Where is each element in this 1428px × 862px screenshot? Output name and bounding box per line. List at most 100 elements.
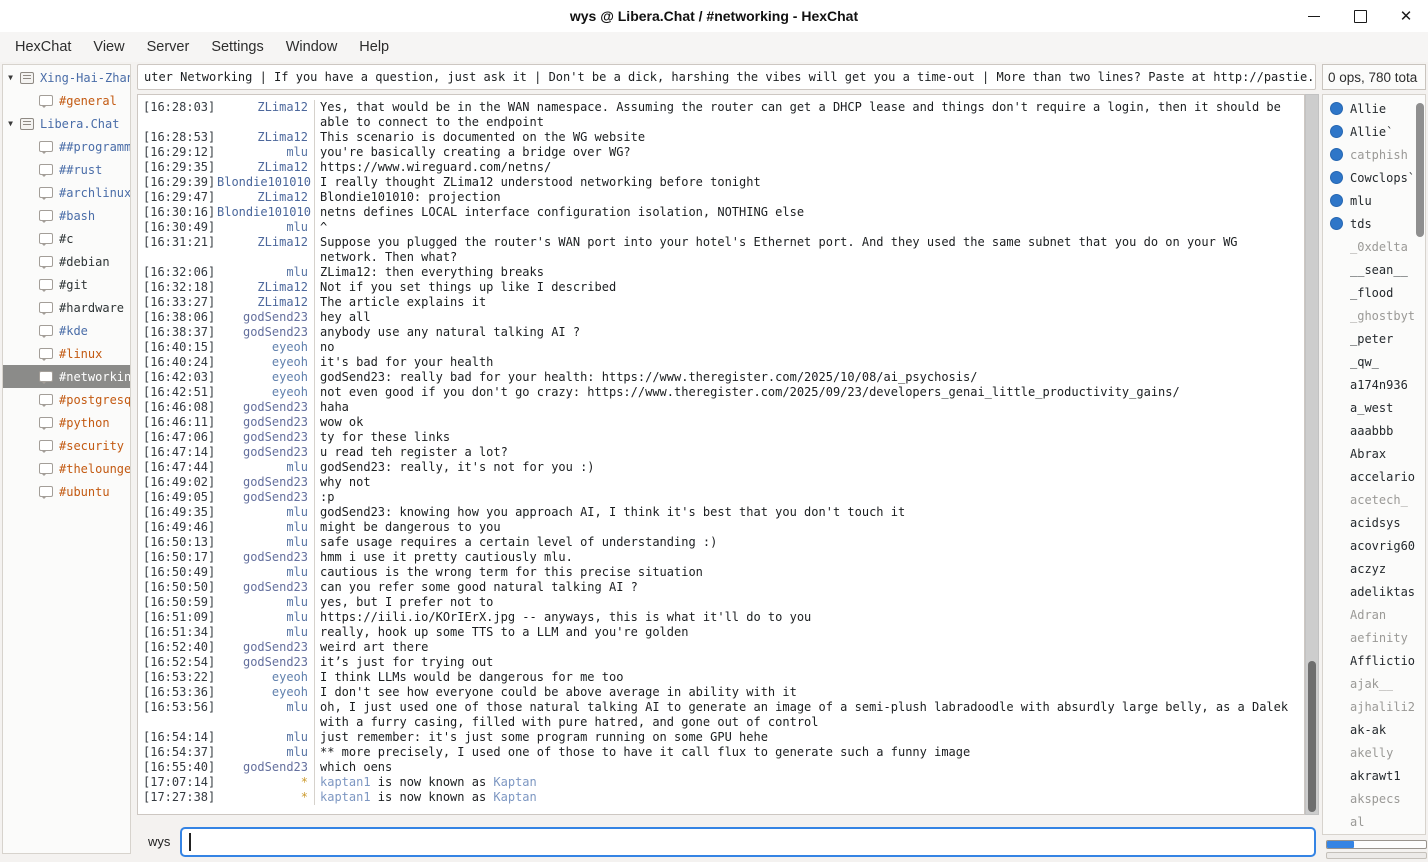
userlist-item-catphish[interactable]: catphish (1323, 143, 1425, 166)
message-text: haha (314, 400, 1304, 415)
userlist-item-afflictio[interactable]: Afflictio (1323, 649, 1425, 672)
chat-line: [16:40:15]eyeohno (138, 340, 1304, 355)
userlist-item-aaabbb[interactable]: aaabbb (1323, 419, 1425, 442)
voice-dot-icon (1330, 171, 1343, 184)
userlist-item-aefinity[interactable]: aefinity (1323, 626, 1425, 649)
menu-settings[interactable]: Settings (200, 34, 274, 60)
userlist-item-acidsys[interactable]: acidsys (1323, 511, 1425, 534)
tree-channel-rust[interactable]: ##rust (3, 158, 130, 181)
tree-server-libera-chat[interactable]: ▼Libera.Chat (3, 112, 130, 135)
timestamp: [16:29:12] (138, 145, 217, 160)
voice-dot-icon (1330, 217, 1343, 230)
userlist-item-qw[interactable]: _qw_ (1323, 350, 1425, 373)
chat-line: [16:47:44]mlugodSend23: really, it's not… (138, 460, 1304, 475)
userlist-item-0xdelta[interactable]: _0xdelta (1323, 235, 1425, 258)
tree-channel-general[interactable]: #general (3, 89, 130, 112)
userlist-item-tds[interactable]: tds (1323, 212, 1425, 235)
voice-dot-icon (1330, 125, 1343, 138)
userlist-item-abrax[interactable]: Abrax (1323, 442, 1425, 465)
userlist-item-ajhalili2[interactable]: ajhalili2 (1323, 695, 1425, 718)
userlist-item-a174n936[interactable]: a174n936 (1323, 373, 1425, 396)
userlist-item-akrawt1[interactable]: akrawt1 (1323, 764, 1425, 787)
nick: mlu (217, 700, 314, 730)
message-input[interactable] (180, 827, 1316, 857)
tree-channel-postgresql[interactable]: #postgresql (3, 388, 130, 411)
tree-channel-git[interactable]: #git (3, 273, 130, 296)
tree-channel-debian[interactable]: #debian (3, 250, 130, 273)
tree-channel-programmi[interactable]: ##programmi (3, 135, 130, 158)
userlist-item-a-west[interactable]: a_west (1323, 396, 1425, 419)
tree-server-xing-hai-zhan[interactable]: ▼Xing-Hai-Zhan (3, 66, 130, 89)
user-count-text: 0 ops, 780 tota (1328, 70, 1417, 85)
timestamp: [16:51:09] (138, 610, 217, 625)
tree-channel-python[interactable]: #python (3, 411, 130, 434)
timestamp: [16:49:02] (138, 475, 217, 490)
voice-dot-icon (1330, 194, 1343, 207)
userlist-item-allie[interactable]: Allie` (1323, 120, 1425, 143)
channel-icon (39, 440, 53, 451)
nick: * (217, 775, 314, 790)
userlist-item-akspecs[interactable]: akspecs (1323, 787, 1425, 810)
menu-hexchat[interactable]: HexChat (4, 34, 82, 60)
tree-channel-networking[interactable]: #networking (3, 365, 130, 388)
chat-line: [16:50:17]godSend23hmm i use it pretty c… (138, 550, 1304, 565)
menu-view[interactable]: View (82, 34, 135, 60)
userlist-item-al[interactable]: al (1323, 810, 1425, 833)
tree-channel-security[interactable]: #security (3, 434, 130, 457)
tree-channel-c[interactable]: #c (3, 227, 130, 250)
nick: * (217, 790, 314, 805)
close-icon[interactable]: ✕ (1398, 8, 1414, 24)
userlist-item-aczyz[interactable]: aczyz (1323, 557, 1425, 580)
tree-channel-ubuntu[interactable]: #ubuntu (3, 480, 130, 503)
userlist-item-peter[interactable]: _peter (1323, 327, 1425, 350)
userlist-item-sean[interactable]: __sean__ (1323, 258, 1425, 281)
timestamp: [16:52:54] (138, 655, 217, 670)
menu-help[interactable]: Help (348, 34, 400, 60)
tree-label: #linux (59, 347, 102, 361)
minimize-icon[interactable] (1306, 8, 1322, 24)
nick: mlu (217, 460, 314, 475)
userlist-item-ajak[interactable]: ajak__ (1323, 672, 1425, 695)
userlist-item-adran[interactable]: Adran (1323, 603, 1425, 626)
maximize-icon[interactable] (1352, 8, 1368, 24)
userlist-item-ak-ak[interactable]: ak-ak (1323, 718, 1425, 741)
menu-window[interactable]: Window (275, 34, 349, 60)
user-nick: aczyz (1350, 562, 1386, 576)
tree-channel-thelounge[interactable]: #thelounge (3, 457, 130, 480)
userlist-item-acovrig60[interactable]: acovrig60 (1323, 534, 1425, 557)
channel-icon (39, 141, 53, 152)
userlist-item-mlu[interactable]: mlu (1323, 189, 1425, 212)
timestamp: [16:53:36] (138, 685, 217, 700)
chat-scrollbar[interactable] (1305, 94, 1319, 815)
topic-input[interactable]: uter Networking | If you have a question… (137, 64, 1316, 90)
userlist-item-acetech[interactable]: acetech_ (1323, 488, 1425, 511)
expander-icon[interactable]: ▼ (3, 119, 18, 128)
userlist-item-flood[interactable]: _flood (1323, 281, 1425, 304)
chat-line: [16:53:36]eyeohI don't see how everyone … (138, 685, 1304, 700)
timestamp: [16:55:40] (138, 760, 217, 775)
tree-channel-archlinux[interactable]: #archlinux (3, 181, 130, 204)
user-nick: acovrig60 (1350, 539, 1415, 553)
chat-line: [16:38:06]godSend23hey all (138, 310, 1304, 325)
userlist-item-akelly[interactable]: akelly (1323, 741, 1425, 764)
userlist-item-ghostbyt[interactable]: _ghostbyt (1323, 304, 1425, 327)
user-nick: a_west (1350, 401, 1393, 415)
tree-channel-bash[interactable]: #bash (3, 204, 130, 227)
nick: mlu (217, 265, 314, 280)
userlist-item-adeliktas[interactable]: adeliktas (1323, 580, 1425, 603)
message-text: anybody use any natural talking AI ? (314, 325, 1304, 340)
chat-scrollbar-thumb[interactable] (1308, 661, 1316, 812)
tree-channel-kde[interactable]: #kde (3, 319, 130, 342)
userlist-item-cowclops[interactable]: Cowclops` (1323, 166, 1425, 189)
user-nick: acetech_ (1350, 493, 1408, 507)
timestamp: [16:31:21] (138, 235, 217, 265)
nick: godSend23 (217, 760, 314, 775)
userlist-scrollbar-thumb[interactable] (1416, 103, 1424, 237)
chat-line: [16:54:37]mlu** more precisely, I used o… (138, 745, 1304, 760)
userlist-item-accelario[interactable]: accelario (1323, 465, 1425, 488)
expander-icon[interactable]: ▼ (3, 73, 18, 82)
userlist-item-allie[interactable]: Allie (1323, 97, 1425, 120)
tree-channel-hardware[interactable]: #hardware (3, 296, 130, 319)
tree-channel-linux[interactable]: #linux (3, 342, 130, 365)
menu-server[interactable]: Server (136, 34, 201, 60)
